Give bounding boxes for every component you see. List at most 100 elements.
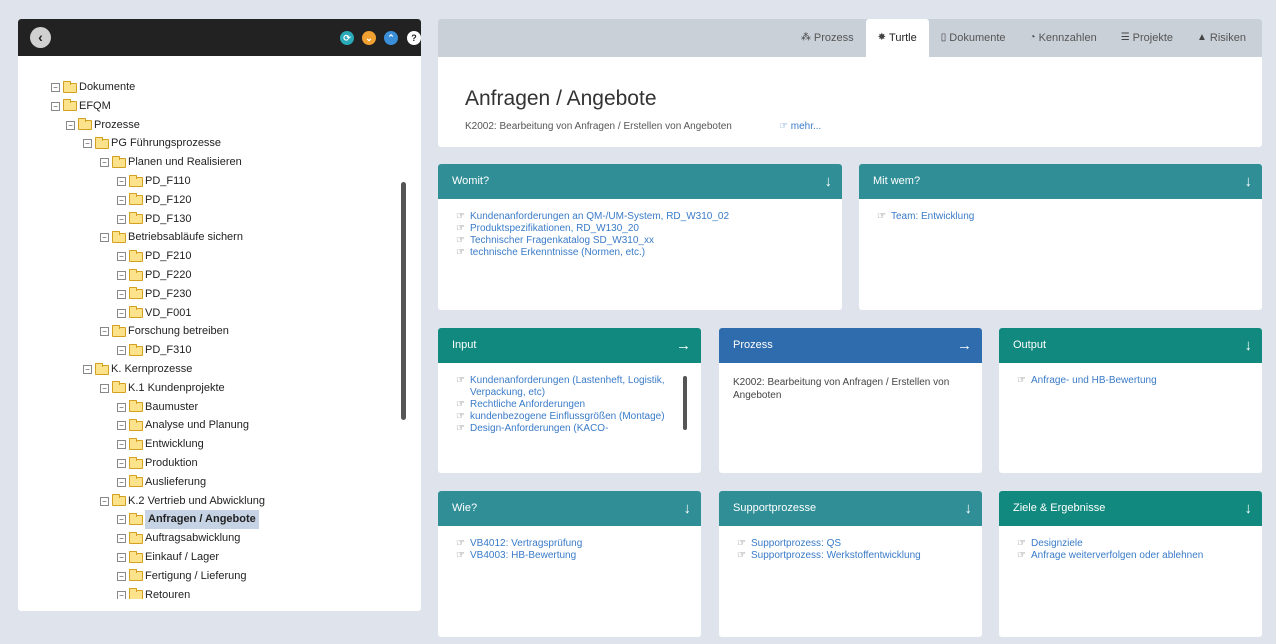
collapse-icon[interactable]: − — [117, 459, 126, 468]
tree-node[interactable]: − Fertigung / Lieferung — [117, 567, 247, 586]
collapse-icon[interactable]: − — [117, 571, 126, 581]
tree-node[interactable]: − Retouren — [117, 586, 190, 599]
help-icon[interactable]: ? — [407, 31, 421, 45]
tree-node[interactable]: − EFQM — [51, 97, 111, 116]
tree-node[interactable]: − K.2 Vertrieb und Abwicklung — [100, 492, 265, 511]
collapse-icon[interactable]: − — [100, 327, 109, 337]
arrow-down-icon[interactable]: ↓ — [965, 491, 973, 526]
list-item-link[interactable]: ☞ Team: Entwicklung — [877, 211, 1262, 223]
list-item-link[interactable]: ☞ Design-Anforderungen (KACO- — [456, 423, 686, 435]
list-item-link[interactable]: ☞ Supportprozess: QS — [737, 538, 982, 550]
card-wie-header[interactable]: Wie? ↓ — [438, 491, 701, 526]
tree-node[interactable]: − PD_F110 — [117, 172, 191, 191]
arrow-right-icon[interactable]: → — [676, 328, 691, 363]
tab-risiken[interactable]: ▲ Risiken — [1185, 19, 1258, 57]
arrow-down-icon[interactable]: ↓ — [1245, 328, 1253, 363]
arrow-down-icon[interactable]: ↓ — [825, 164, 833, 199]
collapse-icon[interactable]: − — [100, 233, 109, 243]
card-supportprozesse-header[interactable]: Supportprozesse ↓ — [719, 491, 982, 526]
list-item-link[interactable]: ☞ Designziele — [1017, 538, 1262, 550]
tree-node[interactable]: − Prozesse — [66, 116, 140, 135]
tab-turtle[interactable]: ✸ Turtle — [865, 19, 929, 57]
collapse-icon[interactable]: − — [117, 421, 126, 431]
list-item-link[interactable]: ☞ VB4012: Vertragsprüfung — [456, 538, 701, 550]
chevron-up-icon[interactable]: ⌃ — [384, 31, 398, 45]
list-item-link[interactable]: ☞ technische Erkenntnisse (Normen, etc.) — [456, 247, 842, 259]
tree-node[interactable]: − Baumuster — [117, 398, 198, 417]
tree-node[interactable]: − PD_F230 — [117, 285, 191, 304]
collapse-icon[interactable]: − — [51, 83, 60, 92]
arrow-down-icon[interactable]: ↓ — [1245, 491, 1253, 526]
collapse-icon[interactable]: − — [83, 365, 92, 374]
list-item-link[interactable]: ☞ Anfrage weiterverfolgen oder ablehnen — [1017, 550, 1262, 562]
list-item-link[interactable]: ☞ Kundenanforderungen an QM-/UM-System, R… — [456, 211, 842, 223]
tree-node[interactable]: − PD_F130 — [117, 210, 191, 229]
tree-node[interactable]: − Produktion — [117, 454, 198, 473]
list-item-link[interactable]: ☞ Kundenanforderungen (Lastenheft, Logist… — [456, 375, 686, 399]
collapse-icon[interactable]: − — [117, 402, 126, 412]
list-item-link[interactable]: ☞ Anfrage- und HB-Bewertung — [1017, 375, 1262, 387]
list-item-link[interactable]: ☞ Technischer Fragenkatalog SD_W310_xx — [456, 235, 842, 247]
tree-node[interactable]: − Entwicklung — [117, 435, 204, 454]
tab-dokumente[interactable]: ▯ Dokumente — [929, 19, 1018, 57]
collapse-icon[interactable]: − — [117, 590, 126, 599]
list-item-link[interactable]: ☞ Rechtliche Anforderungen — [456, 399, 686, 411]
tree-node[interactable]: − Planen und Realisieren — [100, 153, 242, 172]
list-item-link[interactable]: ☞ Produktspezifikationen, RD_W130_20 — [456, 223, 842, 235]
card-output-header[interactable]: Output ↓ — [999, 328, 1262, 363]
collapse-icon[interactable]: − — [117, 477, 126, 487]
list-item-link[interactable]: ☞ kundenbezogene Einflussgrößen (Montage) — [456, 411, 686, 423]
card-prozess-header[interactable]: Prozess → — [719, 328, 982, 363]
tree-node[interactable]: − Anfragen / Angebote — [117, 510, 259, 530]
tree-node[interactable]: − PD_F310 — [117, 341, 191, 360]
collapse-icon[interactable]: − — [66, 120, 75, 130]
list-item-link[interactable]: ☞ Supportprozess: Werkstoffentwicklung — [737, 550, 982, 562]
collapse-icon[interactable]: − — [117, 553, 126, 562]
collapse-icon[interactable]: − — [117, 271, 126, 280]
collapse-icon[interactable]: − — [117, 440, 126, 450]
tree-node[interactable]: − Auslieferung — [117, 473, 206, 492]
collapse-icon[interactable]: − — [117, 252, 126, 262]
collapse-icon[interactable]: − — [117, 515, 126, 525]
tree-node[interactable]: − VD_F001 — [117, 304, 191, 323]
tree-node[interactable]: − PG Führungsprozesse — [83, 134, 221, 153]
chevron-down-icon[interactable]: ⌄ — [362, 31, 376, 45]
arrow-right-icon[interactable]: → — [957, 328, 972, 363]
tree-node[interactable]: − PD_F120 — [117, 191, 191, 210]
arrow-down-icon[interactable]: ↓ — [684, 491, 692, 526]
tree-node[interactable]: − Dokumente — [51, 78, 135, 97]
card-womit-header[interactable]: Womit? ↓ — [438, 164, 842, 199]
card-mit-wem-header[interactable]: Mit wem? ↓ — [859, 164, 1262, 199]
tab-prozess[interactable]: ⁂ Prozess — [789, 19, 866, 57]
tree-node[interactable]: − K.1 Kundenprojekte — [100, 379, 225, 398]
tab-projekte[interactable]: ☰ Projekte — [1109, 19, 1185, 57]
tree-scrollbar[interactable] — [401, 182, 406, 420]
tree-node[interactable]: − PD_F210 — [117, 247, 191, 266]
collapse-icon[interactable]: − — [117, 289, 126, 299]
collapse-icon[interactable]: − — [100, 158, 109, 168]
arrow-down-icon[interactable]: ↓ — [1245, 164, 1253, 199]
tree-node[interactable]: − Einkauf / Lager — [117, 548, 219, 567]
more-link[interactable]: ☞ mehr... — [779, 121, 821, 132]
list-item-link[interactable]: ☞ VB4003: HB-Bewertung — [456, 550, 701, 562]
card-input-scrollbar[interactable] — [683, 376, 687, 430]
collapse-icon[interactable]: − — [117, 177, 126, 186]
tree-node[interactable]: − K. Kernprozesse — [83, 360, 192, 379]
tree-node[interactable]: − Betriebsabläufe sichern — [100, 228, 243, 247]
tree-node[interactable]: − Forschung betreiben — [100, 322, 229, 341]
collapse-icon[interactable]: − — [117, 534, 126, 544]
card-input-header[interactable]: Input → — [438, 328, 701, 363]
collapse-icon[interactable]: − — [100, 496, 109, 506]
tree-node[interactable]: − PD_F220 — [117, 266, 191, 285]
collapse-icon[interactable]: − — [83, 139, 92, 149]
collapse-icon[interactable]: − — [100, 383, 109, 393]
tab-kennzahlen[interactable]: ◔ Kennzahlen — [1018, 19, 1109, 57]
back-icon[interactable]: ‹ — [30, 27, 51, 48]
collapse-icon[interactable]: − — [117, 214, 126, 224]
tree-node[interactable]: − Analyse und Planung — [117, 416, 249, 435]
tree-node[interactable]: − Auftragsabwicklung — [117, 529, 240, 548]
collapse-icon[interactable]: − — [117, 195, 126, 205]
refresh-icon[interactable]: ⟳ — [340, 31, 354, 45]
card-ziele-header[interactable]: Ziele & Ergebnisse ↓ — [999, 491, 1262, 526]
collapse-icon[interactable]: − — [51, 101, 60, 111]
